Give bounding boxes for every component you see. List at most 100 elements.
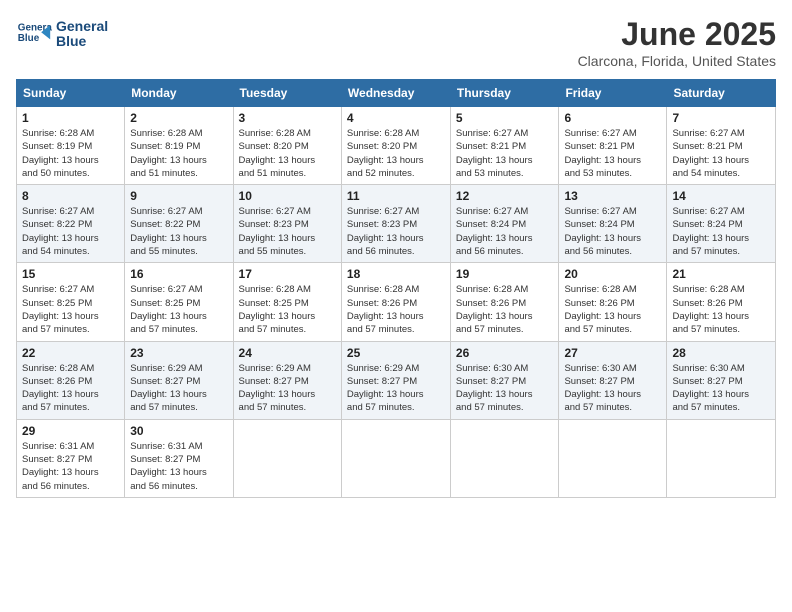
calendar-table: SundayMondayTuesdayWednesdayThursdayFrid…: [16, 79, 776, 498]
weekday-header-friday: Friday: [559, 80, 667, 107]
day-info: Sunrise: 6:30 AM Sunset: 8:27 PM Dayligh…: [672, 362, 770, 415]
day-info: Sunrise: 6:28 AM Sunset: 8:20 PM Dayligh…: [347, 127, 445, 180]
day-info: Sunrise: 6:27 AM Sunset: 8:23 PM Dayligh…: [239, 205, 336, 258]
day-number: 5: [456, 111, 554, 125]
day-info: Sunrise: 6:31 AM Sunset: 8:27 PM Dayligh…: [22, 440, 119, 493]
month-title: June 2025: [578, 16, 776, 53]
day-number: 20: [564, 267, 661, 281]
day-number: 11: [347, 189, 445, 203]
day-number: 30: [130, 424, 227, 438]
location-title: Clarcona, Florida, United States: [578, 53, 776, 69]
calendar-cell: 2 Sunrise: 6:28 AM Sunset: 8:19 PM Daylig…: [125, 107, 233, 185]
logo-line1: General: [56, 19, 108, 34]
calendar-cell: 20 Sunrise: 6:28 AM Sunset: 8:26 PM Dayli…: [559, 263, 667, 341]
calendar-cell: 23 Sunrise: 6:29 AM Sunset: 8:27 PM Dayli…: [125, 341, 233, 419]
weekday-header-saturday: Saturday: [667, 80, 776, 107]
weekday-header-wednesday: Wednesday: [341, 80, 450, 107]
calendar-cell: [450, 419, 559, 497]
calendar-cell: 27 Sunrise: 6:30 AM Sunset: 8:27 PM Dayli…: [559, 341, 667, 419]
day-info: Sunrise: 6:28 AM Sunset: 8:20 PM Dayligh…: [239, 127, 336, 180]
calendar-cell: 17Sunrise: 6:28 AM Sunset: 8:25 PM Dayli…: [233, 263, 341, 341]
day-info: Sunrise: 6:27 AM Sunset: 8:25 PM Dayligh…: [130, 283, 227, 336]
day-info: Sunrise: 6:30 AM Sunset: 8:27 PM Dayligh…: [564, 362, 661, 415]
page-header: General Blue General Blue June 2025 Clar…: [16, 16, 776, 69]
day-info: Sunrise: 6:28 AM Sunset: 8:26 PM Dayligh…: [347, 283, 445, 336]
day-number: 2: [130, 111, 227, 125]
week-row-4: 22 Sunrise: 6:28 AM Sunset: 8:26 PM Dayli…: [17, 341, 776, 419]
day-number: 16: [130, 267, 227, 281]
weekday-header-sunday: Sunday: [17, 80, 125, 107]
day-number: 8: [22, 189, 119, 203]
calendar-cell: 22 Sunrise: 6:28 AM Sunset: 8:26 PM Dayli…: [17, 341, 125, 419]
week-row-5: 29Sunrise: 6:31 AM Sunset: 8:27 PM Dayli…: [17, 419, 776, 497]
day-info: Sunrise: 6:28 AM Sunset: 8:26 PM Dayligh…: [456, 283, 554, 336]
day-info: Sunrise: 6:28 AM Sunset: 8:19 PM Dayligh…: [130, 127, 227, 180]
calendar-cell: 16 Sunrise: 6:27 AM Sunset: 8:25 PM Dayli…: [125, 263, 233, 341]
day-info: Sunrise: 6:28 AM Sunset: 8:25 PM Dayligh…: [239, 283, 336, 336]
day-info: Sunrise: 6:27 AM Sunset: 8:24 PM Dayligh…: [672, 205, 770, 258]
day-number: 3: [239, 111, 336, 125]
day-info: Sunrise: 6:29 AM Sunset: 8:27 PM Dayligh…: [130, 362, 227, 415]
calendar-cell: 24 Sunrise: 6:29 AM Sunset: 8:27 PM Dayli…: [233, 341, 341, 419]
day-number: 9: [130, 189, 227, 203]
calendar-cell: 30 Sunrise: 6:31 AM Sunset: 8:27 PM Dayli…: [125, 419, 233, 497]
day-number: 27: [564, 346, 661, 360]
day-number: 7: [672, 111, 770, 125]
day-info: Sunrise: 6:28 AM Sunset: 8:26 PM Dayligh…: [564, 283, 661, 336]
day-number: 1: [22, 111, 119, 125]
calendar-cell: 13 Sunrise: 6:27 AM Sunset: 8:24 PM Dayli…: [559, 185, 667, 263]
calendar-cell: [559, 419, 667, 497]
week-row-1: 1 Sunrise: 6:28 AM Sunset: 8:19 PM Daylig…: [17, 107, 776, 185]
day-number: 12: [456, 189, 554, 203]
day-number: 14: [672, 189, 770, 203]
day-number: 28: [672, 346, 770, 360]
calendar-body: 1 Sunrise: 6:28 AM Sunset: 8:19 PM Daylig…: [17, 107, 776, 498]
day-info: Sunrise: 6:28 AM Sunset: 8:26 PM Dayligh…: [22, 362, 119, 415]
day-info: Sunrise: 6:31 AM Sunset: 8:27 PM Dayligh…: [130, 440, 227, 493]
calendar-cell: 12 Sunrise: 6:27 AM Sunset: 8:24 PM Dayli…: [450, 185, 559, 263]
calendar-cell: 10 Sunrise: 6:27 AM Sunset: 8:23 PM Dayli…: [233, 185, 341, 263]
calendar-cell: 6Sunrise: 6:27 AM Sunset: 8:21 PM Daylig…: [559, 107, 667, 185]
day-number: 18: [347, 267, 445, 281]
calendar-cell: 15Sunrise: 6:27 AM Sunset: 8:25 PM Dayli…: [17, 263, 125, 341]
day-info: Sunrise: 6:27 AM Sunset: 8:24 PM Dayligh…: [456, 205, 554, 258]
calendar-header: SundayMondayTuesdayWednesdayThursdayFrid…: [17, 80, 776, 107]
day-info: Sunrise: 6:27 AM Sunset: 8:23 PM Dayligh…: [347, 205, 445, 258]
day-info: Sunrise: 6:27 AM Sunset: 8:22 PM Dayligh…: [22, 205, 119, 258]
weekday-row: SundayMondayTuesdayWednesdayThursdayFrid…: [17, 80, 776, 107]
calendar-cell: 11 Sunrise: 6:27 AM Sunset: 8:23 PM Dayli…: [341, 185, 450, 263]
title-area: June 2025 Clarcona, Florida, United Stat…: [578, 16, 776, 69]
logo-icon: General Blue: [16, 16, 52, 52]
day-info: Sunrise: 6:29 AM Sunset: 8:27 PM Dayligh…: [239, 362, 336, 415]
svg-text:Blue: Blue: [18, 33, 40, 44]
calendar-cell: [667, 419, 776, 497]
day-number: 26: [456, 346, 554, 360]
day-number: 4: [347, 111, 445, 125]
day-number: 13: [564, 189, 661, 203]
day-info: Sunrise: 6:27 AM Sunset: 8:24 PM Dayligh…: [564, 205, 661, 258]
calendar-cell: 3 Sunrise: 6:28 AM Sunset: 8:20 PM Daylig…: [233, 107, 341, 185]
day-info: Sunrise: 6:27 AM Sunset: 8:21 PM Dayligh…: [672, 127, 770, 180]
day-info: Sunrise: 6:27 AM Sunset: 8:21 PM Dayligh…: [456, 127, 554, 180]
calendar-cell: 1 Sunrise: 6:28 AM Sunset: 8:19 PM Daylig…: [17, 107, 125, 185]
calendar-cell: 28 Sunrise: 6:30 AM Sunset: 8:27 PM Dayli…: [667, 341, 776, 419]
day-info: Sunrise: 6:27 AM Sunset: 8:22 PM Dayligh…: [130, 205, 227, 258]
calendar-cell: 19Sunrise: 6:28 AM Sunset: 8:26 PM Dayli…: [450, 263, 559, 341]
calendar-cell: 26 Sunrise: 6:30 AM Sunset: 8:27 PM Dayli…: [450, 341, 559, 419]
calendar-cell: 14 Sunrise: 6:27 AM Sunset: 8:24 PM Dayli…: [667, 185, 776, 263]
day-info: Sunrise: 6:28 AM Sunset: 8:19 PM Dayligh…: [22, 127, 119, 180]
calendar-cell: 29Sunrise: 6:31 AM Sunset: 8:27 PM Dayli…: [17, 419, 125, 497]
calendar-cell: 25Sunrise: 6:29 AM Sunset: 8:27 PM Dayli…: [341, 341, 450, 419]
day-info: Sunrise: 6:29 AM Sunset: 8:27 PM Dayligh…: [347, 362, 445, 415]
day-number: 24: [239, 346, 336, 360]
day-number: 10: [239, 189, 336, 203]
day-info: Sunrise: 6:30 AM Sunset: 8:27 PM Dayligh…: [456, 362, 554, 415]
calendar-cell: 8 Sunrise: 6:27 AM Sunset: 8:22 PM Daylig…: [17, 185, 125, 263]
day-info: Sunrise: 6:28 AM Sunset: 8:26 PM Dayligh…: [672, 283, 770, 336]
weekday-header-tuesday: Tuesday: [233, 80, 341, 107]
day-number: 22: [22, 346, 119, 360]
day-number: 23: [130, 346, 227, 360]
calendar-cell: [341, 419, 450, 497]
weekday-header-monday: Monday: [125, 80, 233, 107]
calendar-cell: [233, 419, 341, 497]
